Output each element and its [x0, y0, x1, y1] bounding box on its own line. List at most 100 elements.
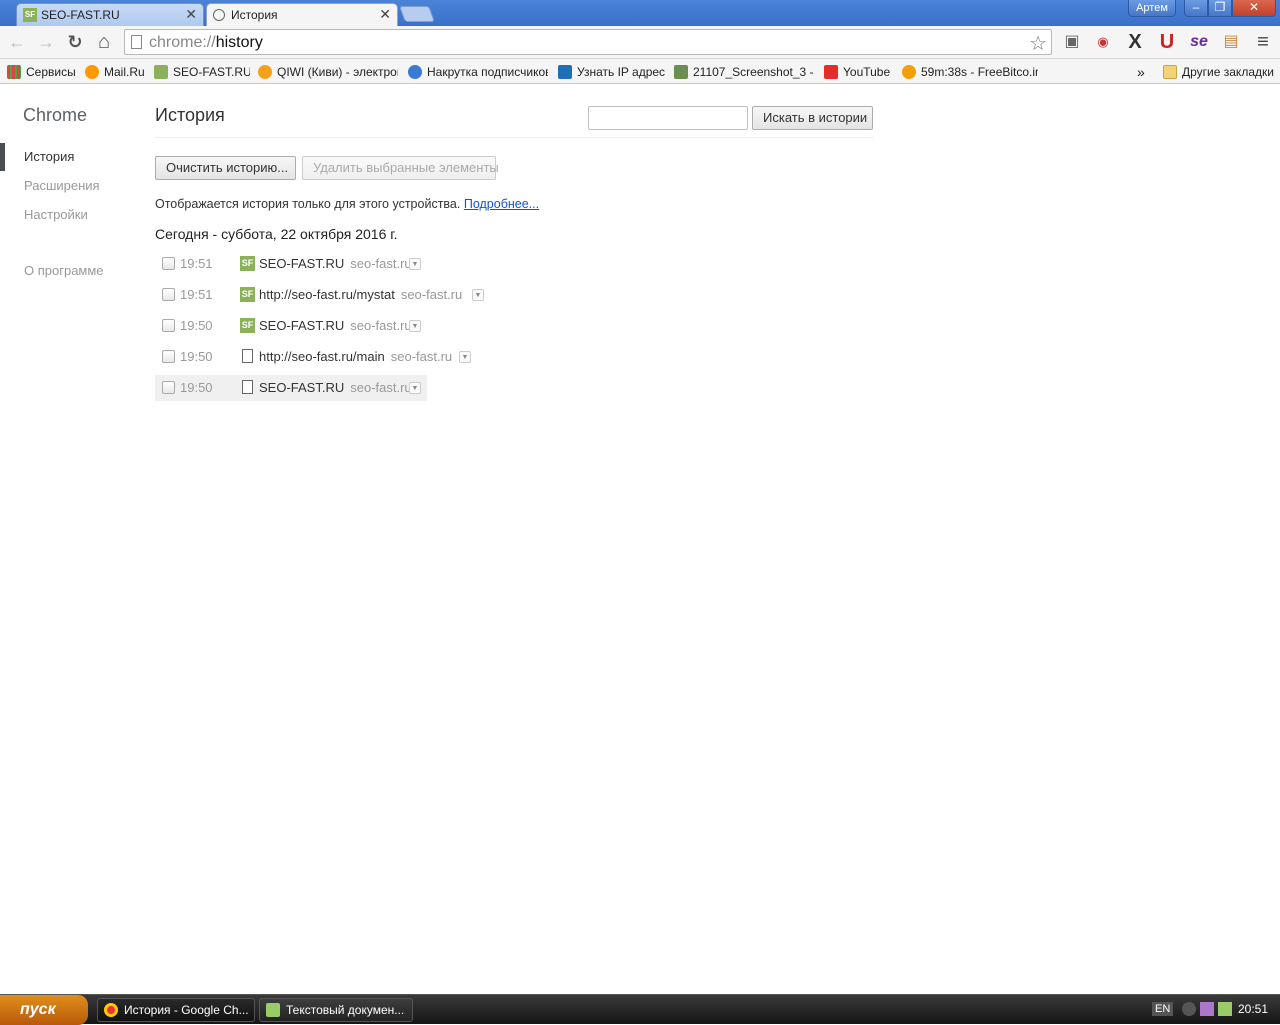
- reload-icon[interactable]: ↻: [63, 30, 87, 54]
- taskbar-item-chrome[interactable]: История - Google Ch...: [97, 998, 255, 1022]
- bookmark-label: Mail.Ru: [104, 64, 145, 79]
- entry-title-link[interactable]: http://seo-fast.ru/mystat seo-fast.ru: [259, 287, 462, 302]
- history-search-input[interactable]: [588, 106, 748, 130]
- user-profile-button[interactable]: Артем: [1128, 0, 1176, 17]
- url-text: chrome://history: [149, 34, 263, 52]
- delete-selected-button[interactable]: Удалить выбранные элементы: [302, 156, 499, 180]
- new-tab-button[interactable]: [399, 6, 435, 22]
- tab-history[interactable]: История ✕: [206, 3, 398, 26]
- seo-fast-favicon-icon: SF: [240, 256, 255, 271]
- browser-toolbar: ← → ↻ ⌂ chrome://history ☆ ▣ ◉ X U se ▤ …: [0, 26, 1280, 59]
- entry-domain[interactable]: seo-fast.ru: [401, 287, 462, 302]
- entry-title-link[interactable]: http://seo-fast.ru/main seo-fast.ru: [259, 349, 452, 364]
- entry-domain[interactable]: seo-fast.ru: [350, 380, 411, 395]
- entry-checkbox[interactable]: [162, 319, 175, 332]
- back-icon[interactable]: ←: [5, 30, 29, 54]
- entry-menu-chevron-icon[interactable]: ▼: [459, 351, 471, 363]
- bookmark-screenshot[interactable]: 21107_Screenshot_3 - З: [674, 63, 814, 80]
- entry-time: 19:51: [180, 287, 213, 302]
- entry-menu-chevron-icon[interactable]: ▼: [409, 320, 421, 332]
- bitcoin-icon: [902, 64, 916, 79]
- entry-domain[interactable]: seo-fast.ru: [391, 349, 452, 364]
- address-bar[interactable]: chrome://history ☆: [124, 29, 1052, 55]
- youtube-icon: [824, 64, 838, 79]
- entry-time: 19:50: [180, 318, 213, 333]
- entry-menu-chevron-icon[interactable]: ▼: [409, 382, 421, 394]
- taskbar-item-label: История - Google Ch...: [124, 1003, 249, 1017]
- active-indicator: [0, 143, 5, 171]
- menu-icon[interactable]: ≡: [1251, 30, 1275, 54]
- settings-sidebar: Chrome История Расширения Настройки О пр…: [0, 84, 140, 994]
- entry-domain[interactable]: seo-fast.ru: [350, 318, 411, 333]
- bookmark-freebitco[interactable]: 59m:38s - FreeBitco.in -: [902, 63, 1038, 80]
- history-entry[interactable]: 19:50 http://seo-fast.ru/main seo-fast.ru…: [155, 344, 481, 370]
- tab-close-icon[interactable]: ✕: [379, 6, 391, 23]
- close-window-button[interactable]: ✕: [1232, 0, 1276, 17]
- history-entry[interactable]: 19:51 SF SEO-FAST.RU seo-fast.ru ▼: [155, 251, 427, 277]
- search-history-button[interactable]: Искать в истории: [752, 106, 873, 130]
- bookmark-youtube[interactable]: YouTube: [824, 63, 894, 80]
- entry-title-link[interactable]: SEO-FAST.RU seo-fast.ru: [259, 318, 412, 333]
- learn-more-link[interactable]: Подробнее...: [464, 197, 539, 211]
- maximize-button[interactable]: ❐: [1208, 0, 1232, 17]
- url-host: history: [215, 34, 263, 51]
- sidebar-item-about[interactable]: О программе: [24, 263, 104, 278]
- page-title: История: [155, 105, 225, 125]
- box-extension-icon[interactable]: ▣: [1060, 30, 1084, 54]
- history-entry[interactable]: 19:50 SEO-FAST.RU seo-fast.ru ▼: [155, 375, 427, 401]
- entry-checkbox[interactable]: [162, 350, 175, 363]
- entry-title: http://seo-fast.ru/mystat: [259, 287, 395, 302]
- other-bookmarks[interactable]: Другие закладки: [1163, 63, 1277, 80]
- screenshot-icon: [674, 64, 688, 79]
- seo-fast-icon: [154, 64, 168, 79]
- sidebar-item-extensions[interactable]: Расширения: [24, 178, 100, 193]
- entry-checkbox[interactable]: [162, 288, 175, 301]
- bookmark-services[interactable]: Сервисы: [7, 63, 77, 80]
- home-icon[interactable]: ⌂: [92, 30, 116, 54]
- bookmark-qiwi[interactable]: QIWI (Киви) - электрон: [258, 63, 398, 80]
- minimize-button[interactable]: –: [1184, 0, 1208, 17]
- bookmark-star-icon[interactable]: ☆: [1029, 31, 1047, 56]
- spiral-icon: [408, 64, 422, 79]
- history-entry[interactable]: 19:50 SF SEO-FAST.RU seo-fast.ru ▼: [155, 313, 427, 339]
- notepad-icon: [266, 1003, 280, 1017]
- bookmark-mailru[interactable]: Mail.Ru: [85, 63, 147, 80]
- language-indicator[interactable]: EN: [1152, 1002, 1174, 1016]
- history-entry[interactable]: 19:51 SF http://seo-fast.ru/mystat seo-fa…: [155, 282, 491, 308]
- tab-label: История: [231, 8, 278, 22]
- entry-menu-chevron-icon[interactable]: ▼: [409, 258, 421, 270]
- tab-close-icon[interactable]: ✕: [185, 6, 197, 23]
- bookmark-seo-fast[interactable]: SEO-FAST.RU: [154, 63, 250, 80]
- sidebar-item-history[interactable]: История: [24, 149, 74, 164]
- bookmarks-overflow-icon[interactable]: »: [1137, 63, 1151, 80]
- u-extension-icon[interactable]: U: [1155, 30, 1179, 54]
- se-extension-icon[interactable]: se: [1187, 30, 1211, 54]
- entry-checkbox[interactable]: [162, 381, 175, 394]
- tray-arrow-icon[interactable]: [1182, 1002, 1196, 1016]
- screen-extension-icon[interactable]: ▤: [1219, 30, 1243, 54]
- folder-icon: [1163, 64, 1177, 79]
- entry-domain[interactable]: seo-fast.ru: [350, 256, 411, 271]
- tray-feather-icon[interactable]: [1200, 1002, 1214, 1016]
- entry-checkbox[interactable]: [162, 257, 175, 270]
- entry-time: 19:51: [180, 256, 213, 271]
- x-extension-icon[interactable]: X: [1123, 30, 1147, 54]
- taskbar-item-label: Текстовый докумен...: [286, 1003, 405, 1017]
- eye-extension-icon[interactable]: ◉: [1091, 30, 1115, 54]
- tab-seo-fast[interactable]: SF SEO-FAST.RU ✕: [16, 3, 204, 26]
- bookmark-followers[interactable]: Накрутка подписчиков: [408, 63, 548, 80]
- sidebar-item-settings[interactable]: Настройки: [24, 207, 88, 222]
- forward-icon[interactable]: →: [34, 30, 58, 54]
- bookmark-ip[interactable]: Узнать IP адрес: [558, 63, 666, 80]
- entry-title-link[interactable]: SEO-FAST.RU seo-fast.ru: [259, 256, 412, 271]
- entry-menu-chevron-icon[interactable]: ▼: [472, 289, 484, 301]
- day-heading: Сегодня - суббота, 22 октября 2016 г.: [155, 226, 398, 242]
- bookmark-label: 21107_Screenshot_3 - З: [693, 64, 814, 79]
- entry-title-link[interactable]: SEO-FAST.RU seo-fast.ru: [259, 380, 412, 395]
- clear-history-button[interactable]: Очистить историю...: [155, 156, 296, 180]
- tray-network-icon[interactable]: [1218, 1002, 1232, 1016]
- start-button[interactable]: пуск: [0, 995, 88, 1025]
- page-document-icon: [242, 349, 253, 363]
- bookmark-label: QIWI (Киви) - электрон: [277, 64, 398, 79]
- taskbar-item-notepad[interactable]: Текстовый докумен...: [259, 998, 413, 1022]
